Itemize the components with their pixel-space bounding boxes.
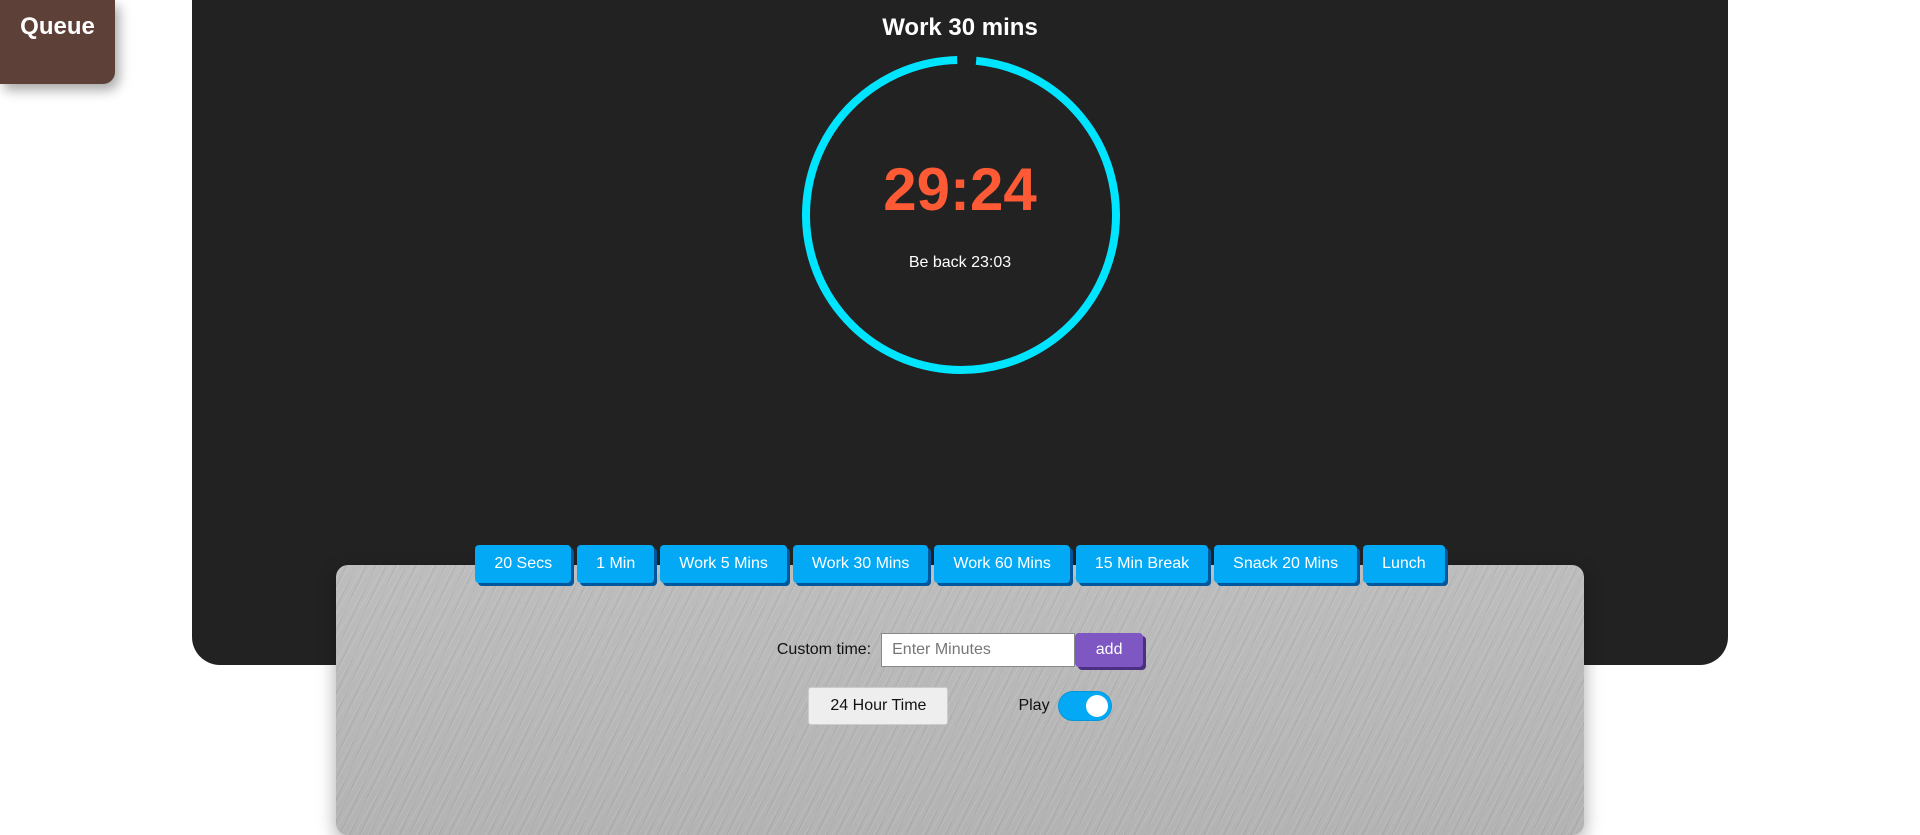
queue-label: Queue — [20, 13, 95, 40]
preset-buttons: 20 Secs 1 Min Work 5 Mins Work 30 Mins W… — [0, 545, 1920, 583]
custom-minutes-input[interactable] — [881, 633, 1076, 667]
preset-1-min-button[interactable]: 1 Min — [577, 545, 655, 583]
preset-lunch-button[interactable]: Lunch — [1363, 545, 1445, 583]
add-button[interactable]: add — [1075, 633, 1144, 667]
preset-snack-20-mins-button[interactable]: Snack 20 Mins — [1214, 545, 1358, 583]
timer-title: Work 30 mins — [882, 14, 1038, 41]
preset-20-secs-button[interactable]: 20 Secs — [475, 545, 572, 583]
preset-work-30-mins-button[interactable]: Work 30 Mins — [792, 545, 929, 583]
countdown-display: 29:24 — [883, 156, 1037, 223]
queue-tab[interactable]: Queue — [0, 0, 115, 84]
preset-work-60-mins-button[interactable]: Work 60 Mins — [934, 545, 1070, 583]
play-toggle-knob — [1085, 695, 1108, 717]
play-label: Play — [1018, 697, 1050, 714]
preset-15-min-break-button[interactable]: 15 Min Break — [1075, 545, 1209, 583]
preset-work-5-mins-button[interactable]: Work 5 Mins — [660, 545, 787, 583]
play-toggle[interactable] — [1057, 691, 1112, 721]
be-back-text: Be back 23:03 — [908, 254, 1012, 271]
custom-time-row: Custom time: add — [336, 633, 1584, 667]
controls-panel: Custom time: add 24 Hour Time Play — [336, 565, 1584, 835]
24-hour-time-button[interactable]: 24 Hour Time — [808, 687, 949, 725]
custom-time-label: Custom time: — [776, 641, 872, 658]
options-row: 24 Hour Time Play — [336, 687, 1584, 725]
